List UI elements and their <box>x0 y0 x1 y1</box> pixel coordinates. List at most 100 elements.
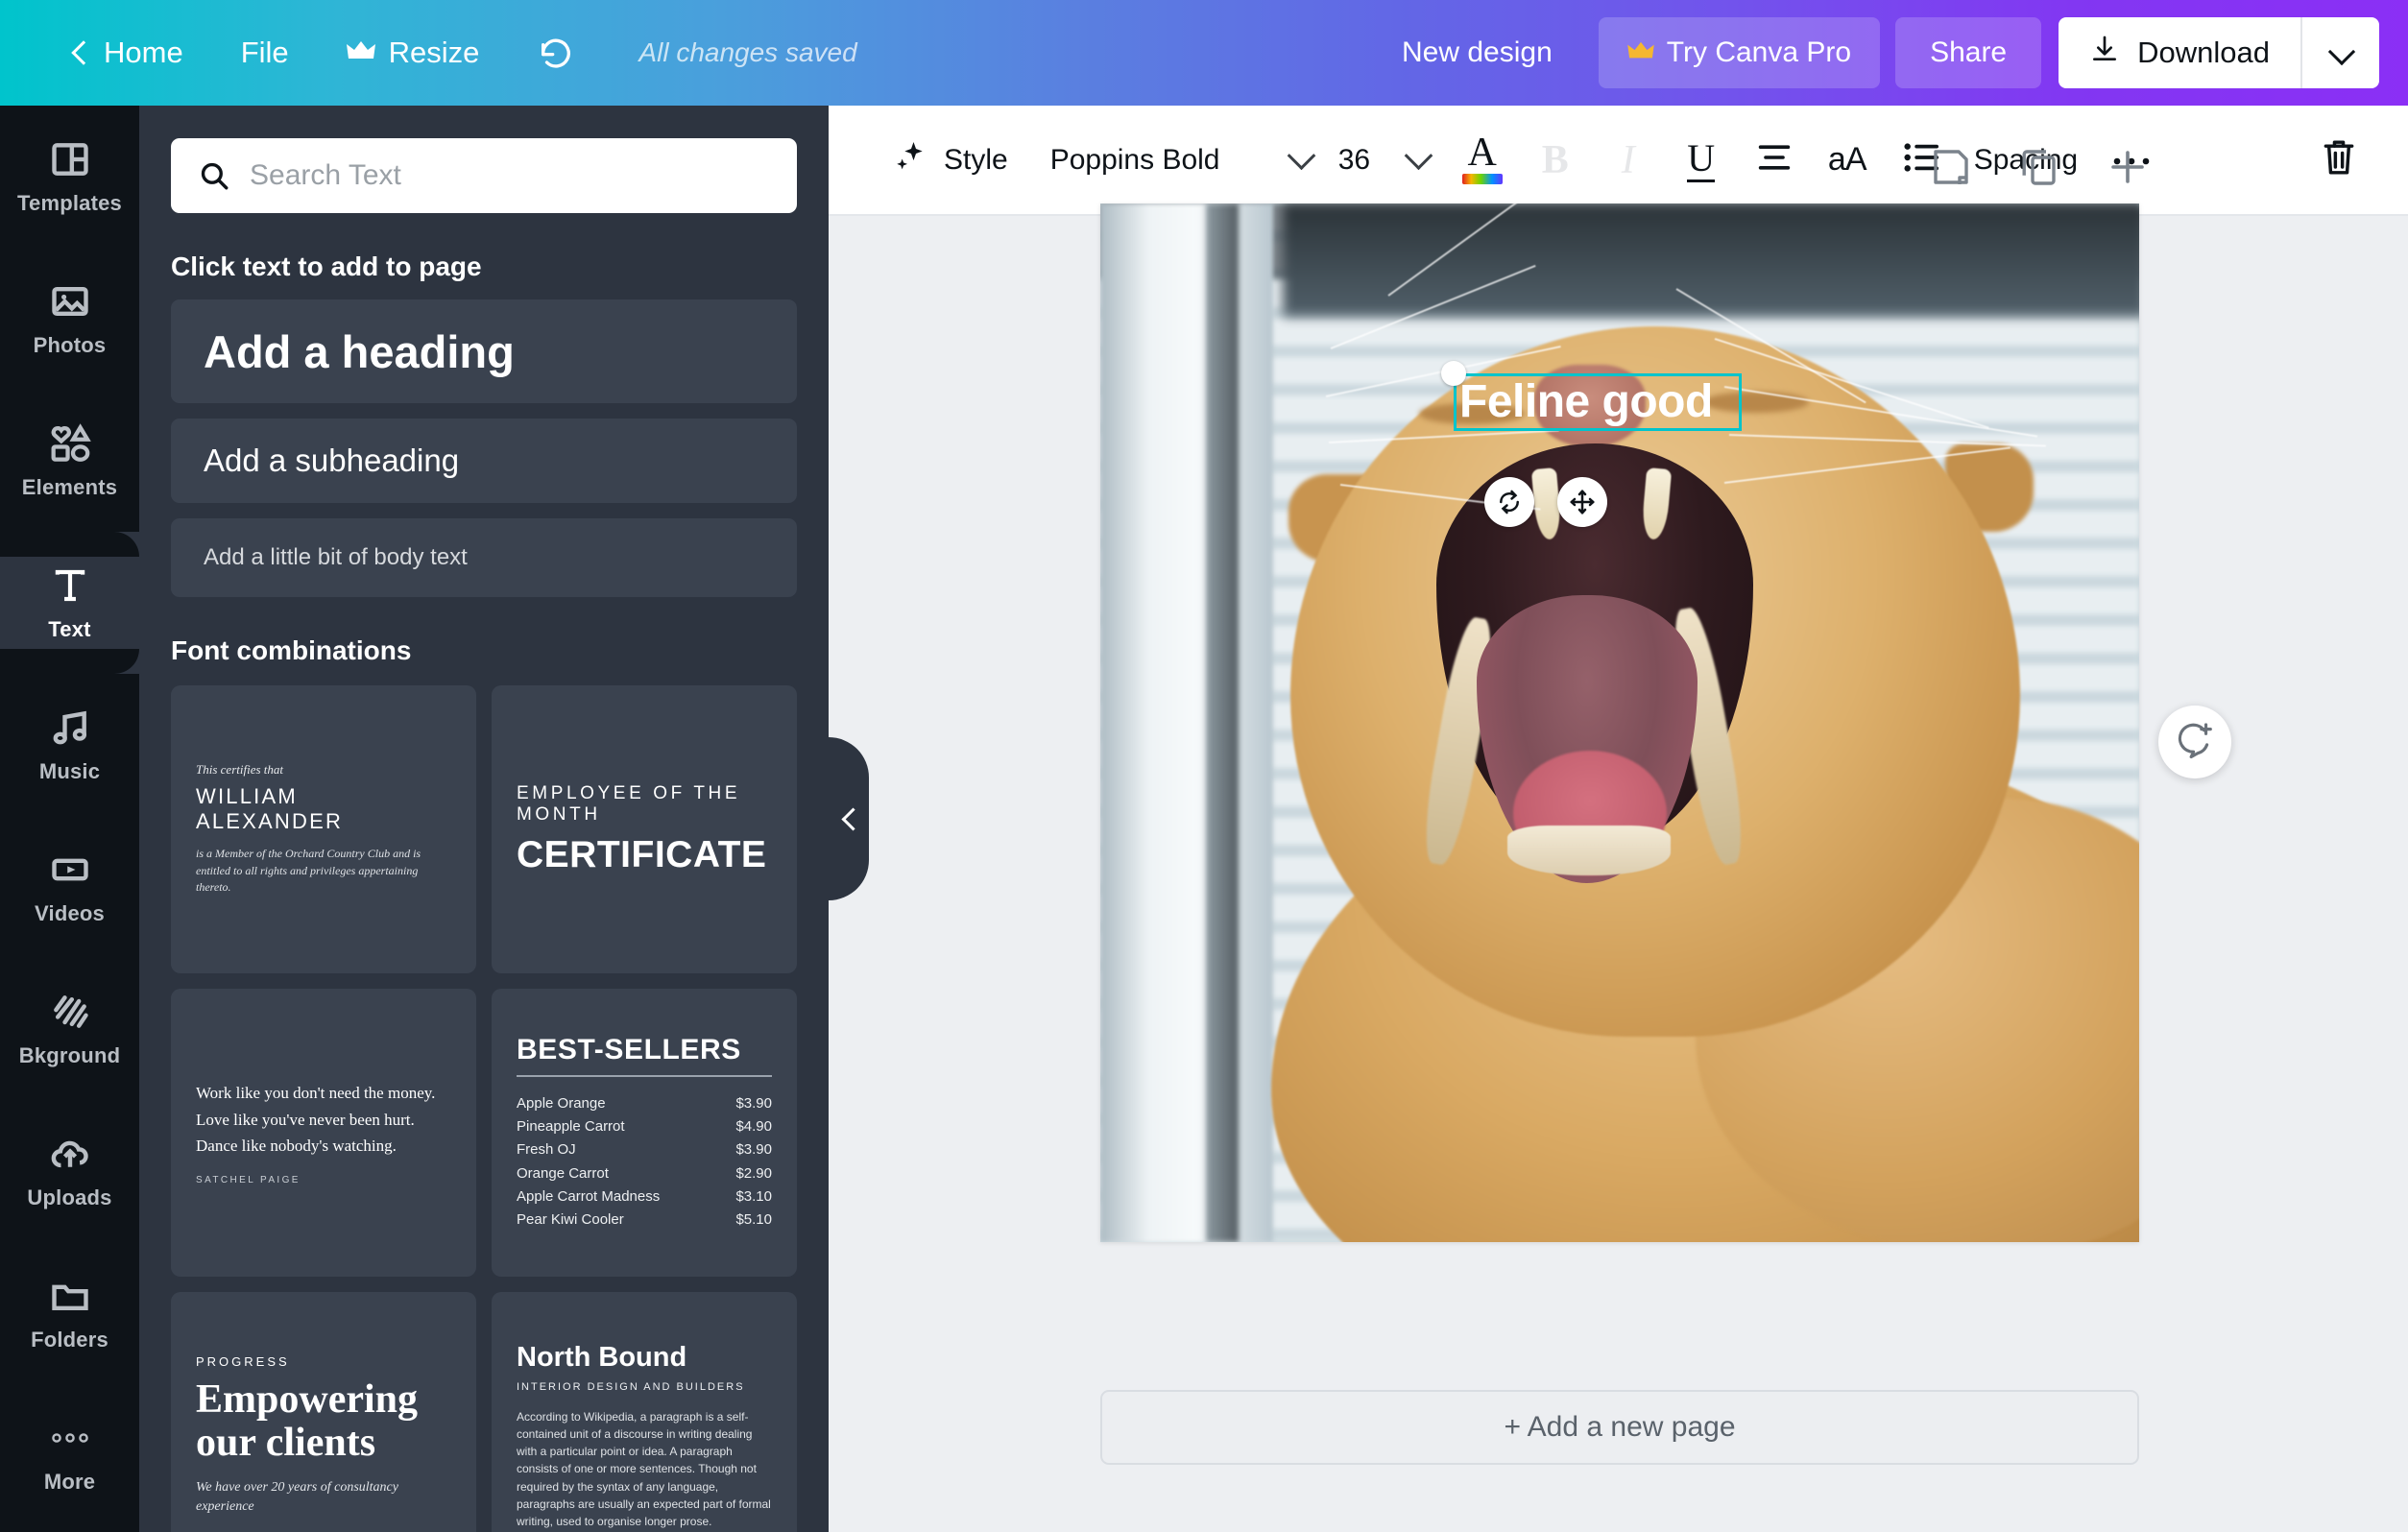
menu-item-price: $2.90 <box>735 1164 772 1182</box>
text-color-button[interactable]: A <box>1446 105 1519 215</box>
combo-body-text: We have over 20 years of consultancy exp… <box>196 1480 398 1515</box>
search-icon <box>198 159 230 192</box>
sidebar-item-label: Videos <box>35 901 105 925</box>
download-options-button[interactable] <box>2300 17 2379 88</box>
menu-item-name: Pineapple Carrot <box>517 1117 625 1135</box>
sidebar-item-label: Music <box>38 759 101 783</box>
new-design-label: New design <box>1402 36 1553 68</box>
home-label: Home <box>104 36 183 69</box>
underline-button[interactable]: U <box>1665 105 1738 215</box>
download-button[interactable]: Download <box>2059 17 2300 88</box>
menu-item-price: $4.90 <box>735 1117 772 1135</box>
sparkle-icon <box>892 137 930 183</box>
sidebar-item-more[interactable]: More <box>0 1384 139 1526</box>
move-icon[interactable] <box>1557 477 1607 527</box>
sidebar-item-folders[interactable]: Folders <box>0 1242 139 1384</box>
italic-button[interactable]: I <box>1592 105 1665 215</box>
sidebar-item-videos[interactable]: Videos <box>0 816 139 958</box>
chevron-left-icon <box>69 42 90 63</box>
app-header: Home File Resize All changes saved New d… <box>0 0 2408 106</box>
home-button[interactable]: Home <box>40 0 212 106</box>
font-family-caret[interactable] <box>1275 105 1329 215</box>
combo-title-text: North Bound <box>517 1341 687 1373</box>
menu-item-name: Pear Kiwi Cooler <box>517 1211 624 1229</box>
align-button[interactable] <box>1738 105 1811 215</box>
add-page-plus-icon[interactable] <box>2105 144 2151 190</box>
panel-collapse-button[interactable] <box>829 737 869 900</box>
style-label: Style <box>944 143 1008 176</box>
sidebar-item-bkground[interactable]: Bkground <box>0 958 139 1100</box>
combo-menu-row: Pear Kiwi Cooler $5.10 <box>517 1209 772 1232</box>
search-bar[interactable] <box>171 138 797 213</box>
add-body-text-label: Add a little bit of body text <box>204 544 468 570</box>
page-tools <box>1928 144 2151 190</box>
font-combo-card[interactable]: EMPLOYEE OF THE MONTH CERTIFICATE <box>492 685 797 973</box>
menu-item-price: $5.10 <box>735 1211 772 1229</box>
file-menu-button[interactable]: File <box>212 0 318 106</box>
sidebar-item-music[interactable]: Music <box>0 649 139 816</box>
ellipsis-icon <box>48 1416 92 1460</box>
combo-title-text: BEST-SELLERS <box>517 1033 741 1065</box>
chevron-down-icon <box>2328 40 2353 65</box>
font-combo-card[interactable]: PROGRESS Empowering our clients We have … <box>171 1292 476 1532</box>
add-subheading-label: Add a subheading <box>204 443 460 478</box>
add-subheading-button[interactable]: Add a subheading <box>171 419 797 503</box>
sidebar-item-label: More <box>43 1470 96 1494</box>
letter-case-button[interactable]: aA <box>1811 105 1884 215</box>
add-new-page-button[interactable]: + Add a new page <box>1100 1390 2139 1465</box>
sidebar-item-elements[interactable]: Elements <box>0 390 139 557</box>
letter-case-icon: aA <box>1827 141 1867 178</box>
italic-icon: I <box>1621 137 1635 182</box>
combo-title-text: CERTIFICATE <box>517 833 767 875</box>
combo-menu-row: Apple Orange $3.90 <box>517 1092 772 1115</box>
combo-menu-rows: Apple Orange $3.90 Pineapple Carrot $4.90 Fr… <box>517 1092 772 1233</box>
combo-quote-text: Work like you don't need the money. Love… <box>196 1084 436 1156</box>
text-toolbar: Style Poppins Bold 36 A B I U aA Spacing <box>829 106 2408 216</box>
delete-button[interactable] <box>2302 105 2375 215</box>
add-heading-button[interactable]: Add a heading <box>171 299 797 403</box>
download-label: Download <box>2137 36 2270 69</box>
text-color-a-icon: A <box>1461 132 1504 187</box>
combo-menu-row: Fresh OJ $3.90 <box>517 1138 772 1161</box>
add-comment-button[interactable] <box>2158 706 2231 778</box>
new-design-button[interactable]: New design <box>1369 0 1585 106</box>
font-size-input[interactable]: 36 <box>1329 105 1392 215</box>
font-family-selector[interactable]: Poppins Bold <box>1025 105 1275 215</box>
design-page[interactable]: Feline good <box>1100 203 2139 1242</box>
menu-item-price: $3.90 <box>735 1094 772 1112</box>
sidebar-item-templates[interactable]: Templates <box>0 106 139 248</box>
rotate-icon[interactable] <box>1484 477 1534 527</box>
add-new-page-label: + Add a new page <box>1504 1411 1736 1443</box>
add-body-text-button[interactable]: Add a little bit of body text <box>171 518 797 597</box>
video-icon <box>48 848 92 892</box>
add-comment-icon <box>2175 720 2215 765</box>
resize-button[interactable]: Resize <box>318 0 509 106</box>
font-combo-card[interactable]: North Bound INTERIOR DESIGN AND BUILDERS… <box>492 1292 797 1532</box>
font-combo-card[interactable]: This certifies that WILLIAM ALEXANDER is… <box>171 685 476 973</box>
combo-title-text: Empowering our clients <box>196 1377 418 1466</box>
duplicate-page-icon[interactable] <box>2016 144 2062 190</box>
share-button[interactable]: Share <box>1895 17 2042 88</box>
selected-text-element[interactable]: Feline good <box>1459 377 1713 427</box>
templates-icon <box>48 137 92 181</box>
menu-item-name: Apple Orange <box>517 1094 606 1112</box>
try-canva-pro-button[interactable]: Try Canva Pro <box>1598 17 1881 88</box>
search-input[interactable] <box>250 159 770 192</box>
combo-body-text: According to Wikipedia, a paragraph is a… <box>517 1409 771 1529</box>
undo-button[interactable] <box>508 0 604 106</box>
font-combo-card[interactable]: BEST-SELLERS Apple Orange $3.90 Pineapple … <box>492 989 797 1277</box>
bold-button[interactable]: B <box>1519 105 1592 215</box>
font-size-caret[interactable] <box>1392 105 1446 215</box>
combo-attribution-text: SATCHEL PAIGE <box>196 1174 301 1185</box>
font-combo-card[interactable]: Work like you don't need the money. Love… <box>171 989 476 1277</box>
font-family-value: Poppins Bold <box>1049 143 1220 176</box>
combo-small-text: This certifies that <box>196 762 283 778</box>
sidebar-item-photos[interactable]: Photos <box>0 248 139 390</box>
align-center-icon <box>1752 140 1796 180</box>
style-button[interactable]: Style <box>875 105 1025 215</box>
try-canva-pro-label: Try Canva Pro <box>1666 36 1852 68</box>
notes-page-icon[interactable] <box>1928 144 1974 190</box>
combo-kicker-text: INTERIOR DESIGN AND BUILDERS <box>517 1380 745 1393</box>
sidebar-item-uploads[interactable]: Uploads <box>0 1100 139 1242</box>
font-size-value: 36 <box>1337 143 1371 176</box>
